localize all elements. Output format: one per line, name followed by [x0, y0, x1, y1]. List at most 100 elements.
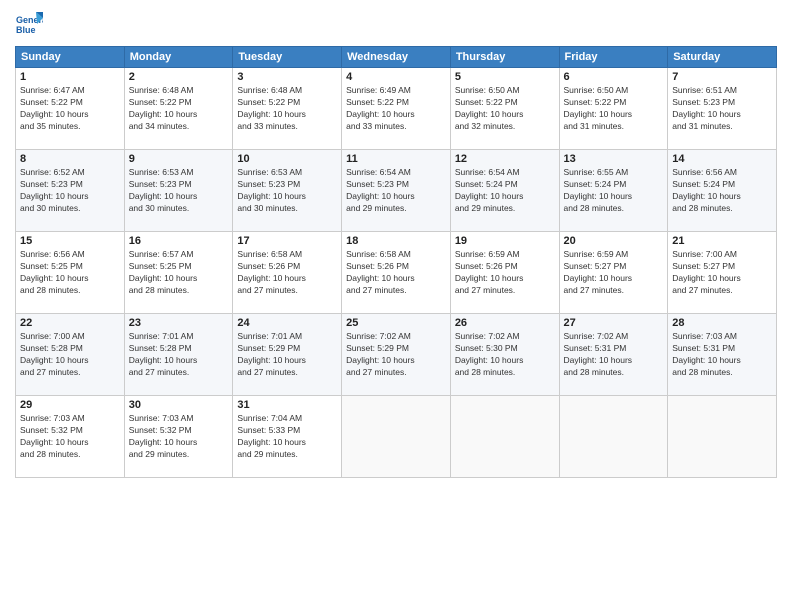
calendar-cell: 11 Sunrise: 6:54 AM Sunset: 5:23 PM Dayli…	[342, 150, 451, 232]
calendar-cell: 27Sunrise: 7:02 AM Sunset: 5:31 PM Dayli…	[559, 314, 668, 396]
calendar-header-row: SundayMondayTuesdayWednesdayThursdayFrid…	[16, 47, 777, 68]
calendar-cell: 6 Sunrise: 6:50 AM Sunset: 5:22 PM Daylig…	[559, 68, 668, 150]
svg-text:Blue: Blue	[16, 25, 36, 35]
weekday-header: Sunday	[16, 47, 125, 68]
calendar-cell: 7 Sunrise: 6:51 AM Sunset: 5:23 PM Daylig…	[668, 68, 777, 150]
day-info: Sunrise: 7:02 AM Sunset: 5:30 PM Dayligh…	[455, 331, 555, 379]
calendar-cell: 21Sunrise: 7:00 AM Sunset: 5:27 PM Dayli…	[668, 232, 777, 314]
day-number: 25	[346, 317, 446, 329]
day-number: 13	[564, 153, 664, 165]
day-info: Sunrise: 6:53 AM Sunset: 5:23 PM Dayligh…	[129, 167, 229, 215]
day-number: 8	[20, 153, 120, 165]
day-number: 2	[129, 71, 229, 83]
day-number: 22	[20, 317, 120, 329]
day-info: Sunrise: 7:00 AM Sunset: 5:28 PM Dayligh…	[20, 331, 120, 379]
day-info: Sunrise: 6:49 AM Sunset: 5:22 PM Dayligh…	[346, 85, 446, 133]
calendar-cell	[342, 396, 451, 478]
day-number: 5	[455, 71, 555, 83]
day-number: 24	[237, 317, 337, 329]
day-info: Sunrise: 7:02 AM Sunset: 5:29 PM Dayligh…	[346, 331, 446, 379]
calendar-cell	[450, 396, 559, 478]
calendar-cell: 26 Sunrise: 7:02 AM Sunset: 5:30 PM Dayli…	[450, 314, 559, 396]
day-info: Sunrise: 6:50 AM Sunset: 5:22 PM Dayligh…	[564, 85, 664, 133]
day-info: Sunrise: 6:56 AM Sunset: 5:24 PM Dayligh…	[672, 167, 772, 215]
day-info: Sunrise: 7:01 AM Sunset: 5:29 PM Dayligh…	[237, 331, 337, 379]
day-info: Sunrise: 6:48 AM Sunset: 5:22 PM Dayligh…	[237, 85, 337, 133]
calendar-week-row: 15Sunrise: 6:56 AM Sunset: 5:25 PM Dayli…	[16, 232, 777, 314]
calendar-cell: 23 Sunrise: 7:01 AM Sunset: 5:28 PM Dayli…	[124, 314, 233, 396]
calendar-cell: 13 Sunrise: 6:55 AM Sunset: 5:24 PM Dayli…	[559, 150, 668, 232]
day-number: 6	[564, 71, 664, 83]
calendar-cell	[559, 396, 668, 478]
weekday-header: Monday	[124, 47, 233, 68]
weekday-header: Friday	[559, 47, 668, 68]
weekday-header: Thursday	[450, 47, 559, 68]
day-info: Sunrise: 7:02 AM Sunset: 5:31 PM Dayligh…	[564, 331, 664, 379]
calendar-cell: 5Sunrise: 6:50 AM Sunset: 5:22 PM Daylig…	[450, 68, 559, 150]
day-info: Sunrise: 6:54 AM Sunset: 5:24 PM Dayligh…	[455, 167, 555, 215]
day-info: Sunrise: 7:01 AM Sunset: 5:28 PM Dayligh…	[129, 331, 229, 379]
day-info: Sunrise: 6:58 AM Sunset: 5:26 PM Dayligh…	[346, 249, 446, 297]
day-number: 28	[672, 317, 772, 329]
day-info: Sunrise: 6:54 AM Sunset: 5:23 PM Dayligh…	[346, 167, 446, 215]
day-number: 7	[672, 71, 772, 83]
calendar-cell	[668, 396, 777, 478]
day-info: Sunrise: 6:52 AM Sunset: 5:23 PM Dayligh…	[20, 167, 120, 215]
day-info: Sunrise: 7:03 AM Sunset: 5:32 PM Dayligh…	[20, 413, 120, 461]
calendar-cell: 20 Sunrise: 6:59 AM Sunset: 5:27 PM Dayli…	[559, 232, 668, 314]
calendar-cell: 14 Sunrise: 6:56 AM Sunset: 5:24 PM Dayli…	[668, 150, 777, 232]
calendar-cell: 12 Sunrise: 6:54 AM Sunset: 5:24 PM Dayli…	[450, 150, 559, 232]
day-info: Sunrise: 6:47 AM Sunset: 5:22 PM Dayligh…	[20, 85, 120, 133]
header: General Blue	[15, 10, 777, 38]
calendar-cell: 31 Sunrise: 7:04 AM Sunset: 5:33 PM Dayli…	[233, 396, 342, 478]
day-number: 9	[129, 153, 229, 165]
day-number: 26	[455, 317, 555, 329]
day-number: 29	[20, 399, 120, 411]
calendar-cell: 25 Sunrise: 7:02 AM Sunset: 5:29 PM Dayli…	[342, 314, 451, 396]
calendar-table: SundayMondayTuesdayWednesdayThursdayFrid…	[15, 46, 777, 478]
day-info: Sunrise: 6:48 AM Sunset: 5:22 PM Dayligh…	[129, 85, 229, 133]
calendar-cell: 30Sunrise: 7:03 AM Sunset: 5:32 PM Dayli…	[124, 396, 233, 478]
day-number: 20	[564, 235, 664, 247]
day-number: 3	[237, 71, 337, 83]
calendar-cell: 8 Sunrise: 6:52 AM Sunset: 5:23 PM Daylig…	[16, 150, 125, 232]
calendar-cell: 4 Sunrise: 6:49 AM Sunset: 5:22 PM Daylig…	[342, 68, 451, 150]
calendar-cell: 9 Sunrise: 6:53 AM Sunset: 5:23 PM Daylig…	[124, 150, 233, 232]
day-number: 31	[237, 399, 337, 411]
day-number: 11	[346, 153, 446, 165]
day-number: 23	[129, 317, 229, 329]
weekday-header: Tuesday	[233, 47, 342, 68]
day-number: 19	[455, 235, 555, 247]
logo: General Blue	[15, 10, 43, 38]
calendar-cell: 2 Sunrise: 6:48 AM Sunset: 5:22 PM Daylig…	[124, 68, 233, 150]
day-number: 14	[672, 153, 772, 165]
day-info: Sunrise: 6:59 AM Sunset: 5:26 PM Dayligh…	[455, 249, 555, 297]
day-number: 18	[346, 235, 446, 247]
day-number: 15	[20, 235, 120, 247]
day-info: Sunrise: 7:04 AM Sunset: 5:33 PM Dayligh…	[237, 413, 337, 461]
calendar-cell: 17Sunrise: 6:58 AM Sunset: 5:26 PM Dayli…	[233, 232, 342, 314]
weekday-header: Saturday	[668, 47, 777, 68]
day-info: Sunrise: 6:59 AM Sunset: 5:27 PM Dayligh…	[564, 249, 664, 297]
calendar-cell: 19 Sunrise: 6:59 AM Sunset: 5:26 PM Dayli…	[450, 232, 559, 314]
day-info: Sunrise: 6:55 AM Sunset: 5:24 PM Dayligh…	[564, 167, 664, 215]
weekday-header: Wednesday	[342, 47, 451, 68]
calendar-cell: 15Sunrise: 6:56 AM Sunset: 5:25 PM Dayli…	[16, 232, 125, 314]
day-number: 12	[455, 153, 555, 165]
day-number: 17	[237, 235, 337, 247]
calendar-cell: 24 Sunrise: 7:01 AM Sunset: 5:29 PM Dayli…	[233, 314, 342, 396]
calendar-body: 1Sunrise: 6:47 AM Sunset: 5:22 PM Daylig…	[16, 68, 777, 478]
day-info: Sunrise: 6:51 AM Sunset: 5:23 PM Dayligh…	[672, 85, 772, 133]
calendar-cell: 10Sunrise: 6:53 AM Sunset: 5:23 PM Dayli…	[233, 150, 342, 232]
calendar-cell: 22 Sunrise: 7:00 AM Sunset: 5:28 PM Dayli…	[16, 314, 125, 396]
day-number: 4	[346, 71, 446, 83]
calendar-cell: 29 Sunrise: 7:03 AM Sunset: 5:32 PM Dayli…	[16, 396, 125, 478]
calendar-cell: 28 Sunrise: 7:03 AM Sunset: 5:31 PM Dayli…	[668, 314, 777, 396]
day-number: 21	[672, 235, 772, 247]
calendar-week-row: 22 Sunrise: 7:00 AM Sunset: 5:28 PM Dayli…	[16, 314, 777, 396]
day-info: Sunrise: 7:03 AM Sunset: 5:31 PM Dayligh…	[672, 331, 772, 379]
day-number: 30	[129, 399, 229, 411]
page: General Blue SundayMondayTuesdayWednesda…	[0, 0, 792, 612]
calendar-week-row: 29 Sunrise: 7:03 AM Sunset: 5:32 PM Dayli…	[16, 396, 777, 478]
calendar-cell: 16Sunrise: 6:57 AM Sunset: 5:25 PM Dayli…	[124, 232, 233, 314]
